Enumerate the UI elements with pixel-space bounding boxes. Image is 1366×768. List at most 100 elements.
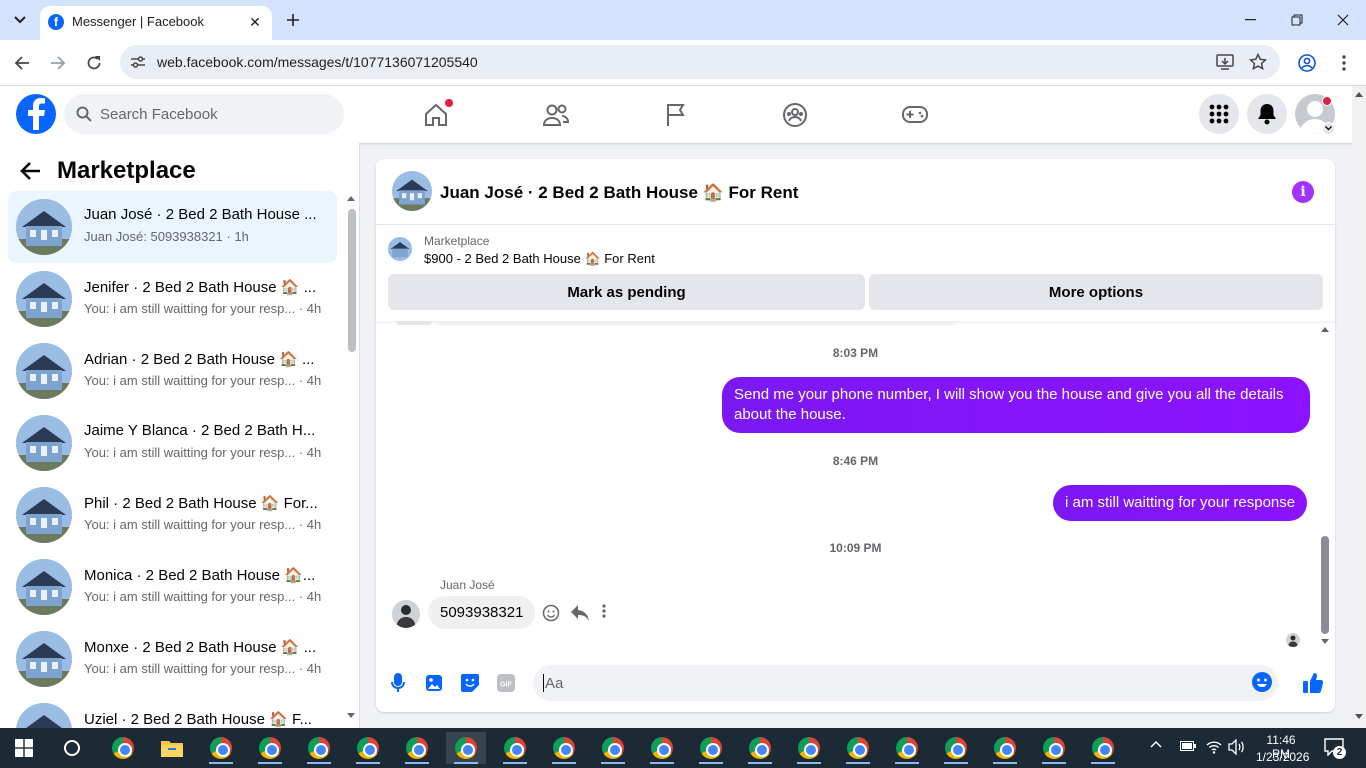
clock-date[interactable]: 1/23/2026 (1256, 750, 1309, 764)
conversation-avatar (16, 559, 72, 615)
conversation-item[interactable]: Monxe · 2 Bed 2 Bath House 🏠 ... You: i a… (8, 623, 337, 695)
running-indicator (748, 762, 772, 764)
taskbar-chrome-window[interactable] (544, 732, 584, 764)
forward-button[interactable] (46, 51, 70, 75)
close-window-button[interactable] (1320, 0, 1366, 40)
sticker-button[interactable] (458, 671, 482, 695)
site-settings-icon[interactable] (130, 55, 146, 69)
taskbar-chrome-window[interactable] (1034, 732, 1074, 764)
browser-menu-button[interactable] (1332, 51, 1356, 75)
taskbar-chrome-window[interactable] (299, 732, 339, 764)
reply-button[interactable] (570, 604, 590, 622)
nav-gaming[interactable] (895, 96, 935, 134)
restore-button[interactable] (1274, 0, 1320, 40)
conversation-item[interactable]: Juan José · 2 Bed 2 Bath House ... Juan J… (8, 191, 337, 263)
nav-groups[interactable] (775, 96, 815, 134)
taskbar-chrome[interactable] (103, 732, 143, 764)
conversation-item[interactable]: Phil · 2 Bed 2 Bath House 🏠 For... You: i… (8, 479, 337, 551)
profile-button[interactable] (1295, 51, 1319, 75)
more-vertical-icon (1342, 55, 1346, 71)
taskbar-chrome-window[interactable] (887, 732, 927, 764)
sender-avatar[interactable] (392, 600, 420, 628)
voice-clip-button[interactable] (386, 671, 410, 695)
minimize-button[interactable] (1228, 0, 1274, 40)
wifi-icon[interactable] (1206, 740, 1222, 754)
new-tab-button[interactable] (283, 10, 303, 30)
scroll-down-icon[interactable] (1321, 639, 1329, 645)
like-button[interactable] (1301, 671, 1325, 695)
listing-thumbnail[interactable] (388, 237, 412, 261)
incoming-message[interactable]: 5093938321 (428, 596, 536, 629)
taskbar-chrome-window[interactable] (446, 732, 486, 764)
tab-search-button[interactable] (9, 9, 31, 31)
message-input[interactable]: Aa (533, 665, 1278, 701)
address-bar[interactable]: web.facebook.com/messages/t/107713607120… (120, 45, 1280, 79)
search-button[interactable] (52, 732, 92, 764)
nav-friends[interactable] (536, 96, 576, 134)
taskbar-chrome-window[interactable] (495, 732, 535, 764)
taskbar-chrome-window[interactable] (838, 732, 878, 764)
install-app-icon[interactable] (1216, 54, 1234, 70)
taskbar-chrome-window[interactable] (789, 732, 829, 764)
browser-toolbar: web.facebook.com/messages/t/107713607120… (0, 40, 1366, 86)
nav-home[interactable] (416, 96, 456, 134)
more-options-button[interactable]: More options (869, 274, 1323, 310)
chat-avatar[interactable] (392, 171, 432, 211)
taskbar-chrome-window[interactable] (201, 732, 241, 764)
search-icon (76, 106, 92, 122)
taskbar-chrome-window[interactable] (642, 732, 682, 764)
mark-as-pending-button[interactable]: Mark as pending (388, 274, 865, 310)
browser-tab[interactable]: f Messenger | Facebook ✕ (40, 6, 272, 40)
gif-button[interactable]: GIF (494, 671, 518, 695)
info-icon[interactable]: i (1292, 181, 1314, 203)
notification-center-button[interactable]: 2 (1324, 738, 1346, 759)
conversation-item[interactable]: Monica · 2 Bed 2 Bath House 🏠... You: i a… (8, 551, 337, 623)
taskbar-chrome-window[interactable] (740, 732, 780, 764)
sidebar-scroll-thumb[interactable] (348, 209, 356, 352)
chrome-icon (406, 737, 428, 759)
battery-icon[interactable] (1180, 741, 1196, 751)
notifications-button[interactable] (1247, 94, 1287, 134)
taskbar-chrome-window[interactable] (593, 732, 633, 764)
taskbar-chrome-window[interactable] (936, 732, 976, 764)
account-chevron-icon[interactable] (1322, 122, 1335, 135)
conversation-item[interactable]: Jenifer · 2 Bed 2 Bath House 🏠 ... You: i… (8, 263, 337, 335)
show-hidden-icons-button[interactable] (1150, 740, 1166, 756)
react-button[interactable] (542, 604, 560, 622)
reload-button[interactable] (82, 51, 106, 75)
chat-scroll-thumb[interactable] (1321, 536, 1329, 634)
chrome-icon (357, 737, 379, 759)
conversation-item[interactable]: Jaime Y Blanca · 2 Bed 2 Bath H... You: i… (8, 407, 337, 479)
back-button[interactable] (10, 51, 34, 75)
house-thumbnail-icon (16, 487, 72, 543)
taskbar-chrome-window[interactable] (691, 732, 731, 764)
menu-button[interactable] (1199, 94, 1239, 134)
chat-title[interactable]: Juan José · 2 Bed 2 Bath House 🏠 For Ren… (440, 183, 798, 203)
close-tab-icon[interactable]: ✕ (246, 13, 264, 31)
facebook-search-input[interactable]: Search Facebook (64, 94, 344, 134)
facebook-logo-icon[interactable] (16, 94, 56, 134)
scroll-up-icon[interactable] (1321, 326, 1329, 332)
back-arrow-button[interactable] (20, 160, 44, 184)
attach-photo-button[interactable] (422, 671, 446, 695)
outgoing-message[interactable]: i am still waitting for your response (1053, 485, 1308, 521)
emoji-button[interactable] (1251, 671, 1275, 695)
outgoing-message[interactable]: Send me your phone number, I will show y… (722, 377, 1310, 433)
taskbar-chrome-window[interactable] (1083, 732, 1123, 764)
conversation-item[interactable]: Adrian · 2 Bed 2 Bath House 🏠 ... You: i … (8, 335, 337, 407)
taskbar-chrome-window[interactable] (348, 732, 388, 764)
timestamp: 8:03 PM (832, 346, 879, 360)
house-thumbnail-icon (388, 237, 412, 261)
bookmark-star-icon[interactable] (1249, 53, 1267, 71)
taskbar-file-explorer[interactable] (152, 732, 192, 764)
message-more-button[interactable] (602, 604, 612, 622)
taskbar-chrome-window[interactable] (397, 732, 437, 764)
taskbar-chrome-window[interactable] (250, 732, 290, 764)
taskbar-chrome-window[interactable] (985, 732, 1025, 764)
start-button[interactable] (4, 732, 44, 764)
conversation-name: Monxe · 2 Bed 2 Bath House 🏠 ... (84, 639, 317, 656)
page-scrollbar[interactable] (1352, 86, 1366, 728)
listing-title[interactable]: $900 - 2 Bed 2 Bath House 🏠 For Rent (424, 251, 655, 267)
volume-icon[interactable] (1228, 739, 1246, 755)
nav-pages[interactable] (656, 96, 696, 134)
